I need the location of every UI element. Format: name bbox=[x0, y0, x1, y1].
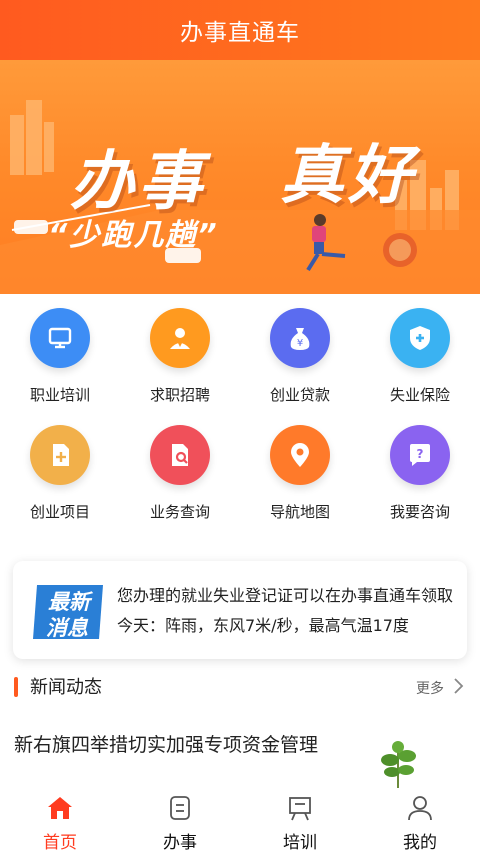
service-consultation[interactable]: ? 我要咨询 bbox=[360, 425, 480, 522]
service-label: 导航地图 bbox=[269, 503, 330, 521]
tab-home[interactable]: 首页 bbox=[0, 788, 120, 853]
question-bubble-icon: ? bbox=[390, 425, 450, 485]
service-vocational-training[interactable]: 职业培训 bbox=[0, 308, 120, 405]
service-label: 职业培训 bbox=[29, 386, 90, 404]
latest-news-badge: 最新 消息 bbox=[33, 583, 103, 641]
shield-plus-icon bbox=[390, 308, 450, 368]
document-search-icon bbox=[150, 425, 210, 485]
document-add-icon bbox=[30, 425, 90, 485]
tab-label: 办事 bbox=[163, 833, 197, 853]
news-more-link[interactable]: 更多 bbox=[416, 678, 444, 698]
service-startup-loan[interactable]: ¥ 创业贷款 bbox=[240, 308, 360, 405]
svg-text:¥: ¥ bbox=[297, 338, 303, 349]
tab-training[interactable]: 培训 bbox=[240, 788, 360, 853]
user-icon bbox=[408, 796, 432, 821]
svg-text:?: ? bbox=[417, 447, 424, 461]
app-header: 办事直通车 bbox=[0, 0, 480, 60]
section-accent-bar bbox=[14, 677, 18, 697]
tab-label: 培训 bbox=[283, 833, 317, 853]
banner-subline: “少跑几趟” bbox=[48, 218, 219, 253]
document-list-icon bbox=[170, 796, 190, 820]
home-icon bbox=[48, 797, 72, 819]
service-label: 失业保险 bbox=[389, 386, 450, 404]
banner-headline-left: 办事 bbox=[70, 145, 206, 219]
promo-banner[interactable]: 办事 真好 “少跑几趟” bbox=[0, 60, 480, 294]
service-grid: 职业培训 求职招聘 ¥ 创业贷款 失业保险 创业项目 业务查询 导航地图 ? 我… bbox=[0, 308, 480, 522]
notice-lines: 您办理的就业失业登记证可以在办事直通车领取 今天：阵雨，东风7米/秒，最高气温1… bbox=[117, 581, 457, 641]
person-tie-icon bbox=[150, 308, 210, 368]
tab-label: 首页 bbox=[43, 833, 77, 853]
news-section-header: 新闻动态 更多 bbox=[0, 672, 480, 704]
service-unemployment-insurance[interactable]: 失业保险 bbox=[360, 308, 480, 405]
service-label: 创业贷款 bbox=[269, 386, 330, 404]
service-startup-projects[interactable]: 创业项目 bbox=[0, 425, 120, 522]
service-business-query[interactable]: 业务查询 bbox=[120, 425, 240, 522]
tab-profile[interactable]: 我的 bbox=[360, 788, 480, 853]
article-thumbnail[interactable] bbox=[330, 730, 466, 790]
map-pin-icon bbox=[270, 425, 330, 485]
badge-text-line2: 消息 bbox=[46, 616, 88, 640]
service-job-recruitment[interactable]: 求职招聘 bbox=[120, 308, 240, 405]
chevron-right-icon[interactable] bbox=[452, 676, 466, 696]
banner-headline-right: 真好 bbox=[280, 139, 416, 213]
notice-line[interactable]: 您办理的就业失业登记证可以在办事直通车领取 bbox=[117, 581, 457, 611]
service-label: 业务查询 bbox=[149, 503, 210, 521]
money-bag-icon: ¥ bbox=[270, 308, 330, 368]
page-title: 办事直通车 bbox=[180, 20, 300, 46]
service-navigation-map[interactable]: 导航地图 bbox=[240, 425, 360, 522]
service-label: 我要咨询 bbox=[389, 503, 450, 521]
notice-line[interactable]: 今天：阵雨，东风7米/秒，最高气温17度 bbox=[117, 611, 457, 641]
bottom-tab-bar: 首页 办事 培训 我的 bbox=[0, 788, 480, 853]
news-article-title[interactable]: 新右旗四举措切实加强专项资金管理 bbox=[14, 728, 324, 762]
training-board-icon bbox=[289, 797, 311, 821]
tab-label: 我的 bbox=[403, 833, 437, 853]
service-label: 创业项目 bbox=[29, 503, 90, 521]
news-section-title: 新闻动态 bbox=[30, 677, 102, 698]
tab-services[interactable]: 办事 bbox=[120, 788, 240, 853]
latest-news-card[interactable]: 最新 消息 您办理的就业失业登记证可以在办事直通车领取 今天：阵雨，东风7米/秒… bbox=[13, 561, 467, 659]
presentation-board-icon bbox=[30, 308, 90, 368]
service-label: 求职招聘 bbox=[149, 386, 210, 404]
